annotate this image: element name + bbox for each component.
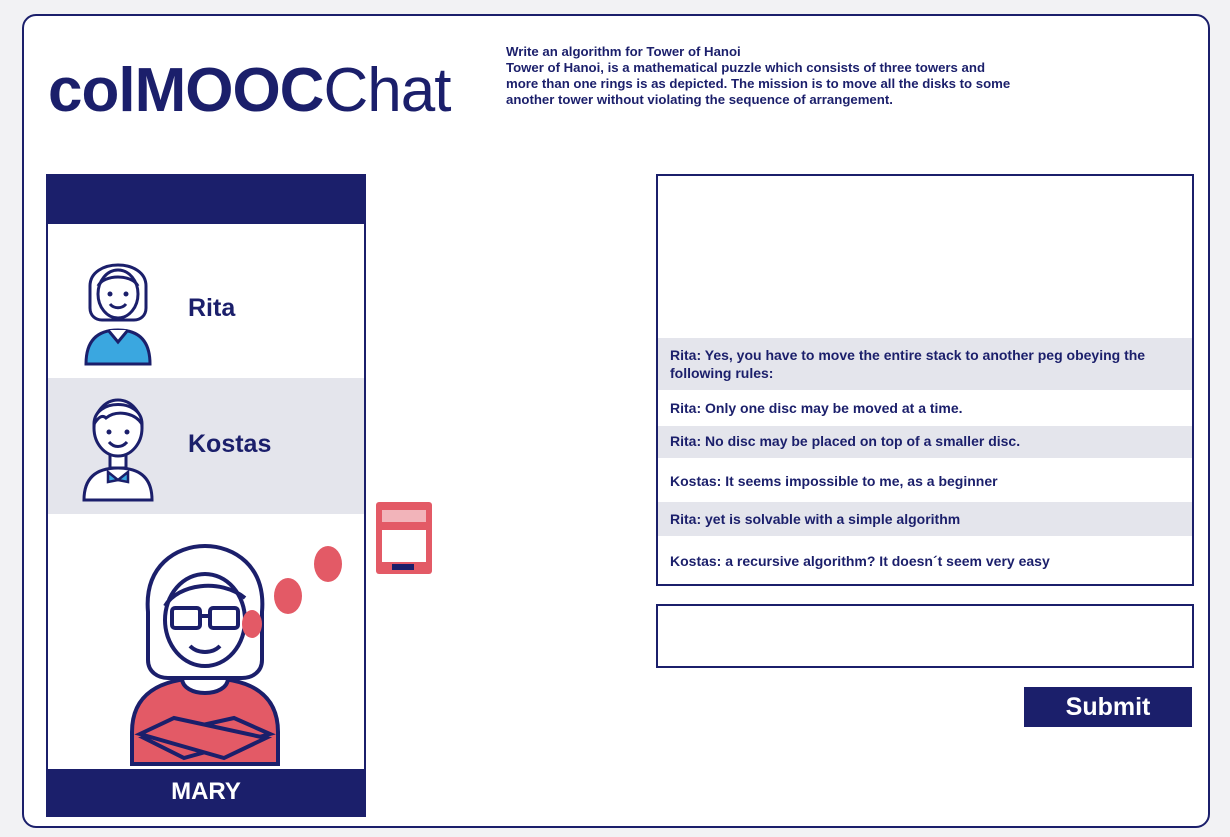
girl-avatar-icon [84,263,152,366]
users-panel-header [48,176,364,224]
task-text-line: another tower without violating the sequ… [506,92,893,107]
chat-message: Kostas: a recursive algorithm? It doesn´… [658,544,1192,578]
chat-messages-box: Rita: Yes, you have to move the entire s… [656,174,1194,586]
message-text: a recursive algorithm? It doesn´t seem v… [721,553,1050,569]
message-text: Only one disc may be moved at a time. [701,400,963,416]
user-name-label: Rita [188,294,236,322]
message-text: No disc may be placed on top of a smalle… [701,433,1021,449]
submit-button[interactable]: Submit [1024,687,1192,727]
chat-message: Rita: Yes, you have to move the entire s… [658,338,1192,390]
chat-window-icon [376,502,432,574]
chat-message: Kostas: It seems impossible to me, as a … [658,466,1192,498]
message-author: Rita: [670,433,702,449]
user-item-rita[interactable]: Rita [48,242,364,378]
message-text: yet is solvable with a simple algorithm [701,511,961,527]
users-panel: Rita Kostas MARY [46,174,366,817]
task-text-line: more than one rings is as depicted. The … [506,76,1011,91]
user-name-label: Kostas [188,430,272,458]
chat-message: Rita: yet is solvable with a simple algo… [658,502,1192,536]
typing-dots-icon [242,546,342,638]
message-author: Rita: [670,347,702,363]
task-text-line: Tower of Hanoi, is a mathematical puzzle… [506,60,985,75]
message-author: Kostas: [670,553,722,569]
message-author: Rita: [670,400,702,416]
message-author: Rita: [670,511,702,527]
boy-avatar-icon [82,398,154,502]
user-item-kostas[interactable]: Kostas [48,378,364,514]
message-text: It seems impossible to me, as a beginner [721,473,998,489]
logo-bold-text: colMOOC [48,56,324,125]
app-logo: colMOOCChat [48,60,451,122]
logo-light-text: Chat [323,56,451,125]
message-input[interactable] [656,604,1194,668]
task-description: Write an algorithm for Tower of Hanoi To… [506,44,1196,108]
chat-message: Rita: No disc may be placed on top of a … [658,426,1192,458]
current-user-bar: MARY [48,769,364,815]
task-title: Write an algorithm for Tower of Hanoi [506,44,741,59]
chat-message: Rita: Only one disc may be moved at a ti… [658,392,1192,424]
message-text: Yes, you have to move the entire stack t… [670,347,1146,381]
message-author: Kostas: [670,473,722,489]
